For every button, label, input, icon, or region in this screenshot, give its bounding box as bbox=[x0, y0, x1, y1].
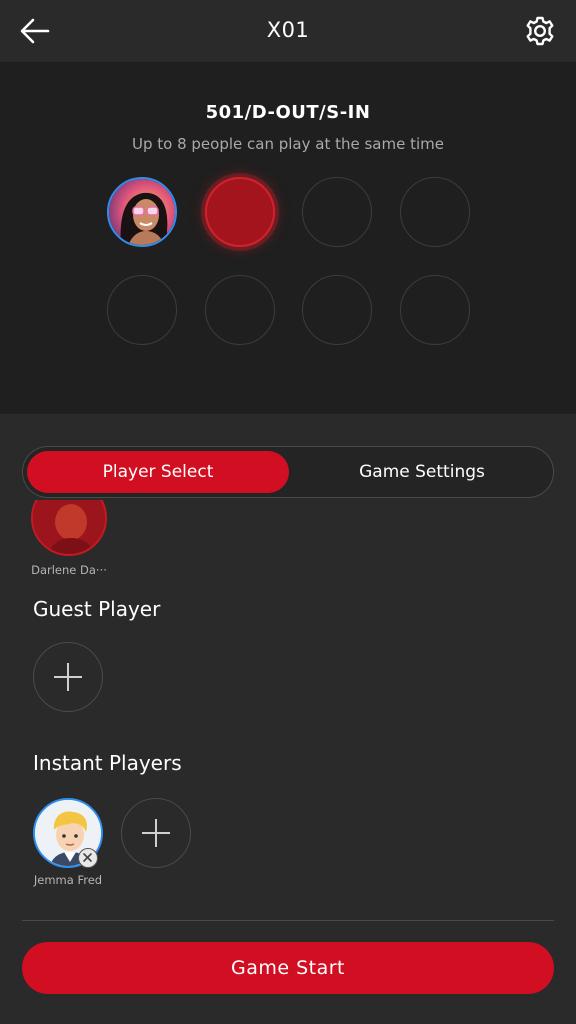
add-instant-player-button[interactable] bbox=[121, 798, 191, 868]
app-header: X01 bbox=[0, 0, 576, 62]
page-title: X01 bbox=[266, 18, 310, 42]
game-mode-title: 501/D-OUT/S-IN bbox=[205, 102, 371, 123]
player-slot-5[interactable] bbox=[107, 275, 177, 345]
player-slot-7[interactable] bbox=[302, 275, 372, 345]
player-avatar bbox=[109, 179, 175, 245]
game-start-button[interactable]: Game Start bbox=[22, 942, 554, 994]
player-slot-6[interactable] bbox=[205, 275, 275, 345]
game-mode-subtitle: Up to 8 people can play at the same time bbox=[132, 135, 444, 153]
remove-player-button[interactable] bbox=[78, 848, 98, 868]
tab-game-settings[interactable]: Game Settings bbox=[293, 451, 551, 493]
player-slot-8[interactable] bbox=[400, 275, 470, 345]
player-slot-2-selected[interactable] bbox=[205, 177, 275, 247]
tab-bar: Player Select Game Settings bbox=[22, 446, 554, 498]
instant-players-heading: Instant Players bbox=[33, 751, 182, 775]
tab-player-select[interactable]: Player Select bbox=[27, 451, 289, 493]
player-avatar-darlene[interactable] bbox=[31, 500, 107, 558]
player-slot-3[interactable] bbox=[302, 177, 372, 247]
player-name-darlene: Darlene Da··· bbox=[31, 563, 107, 577]
player-name-jemma: Jemma Fred bbox=[33, 873, 103, 887]
guest-player-heading: Guest Player bbox=[33, 597, 161, 621]
avatar bbox=[31, 500, 107, 556]
x01-player-select-screen: X01 501/D-OUT/S-IN Up to 8 people can pl… bbox=[0, 0, 576, 1024]
settings-button[interactable] bbox=[522, 13, 558, 49]
close-icon bbox=[83, 853, 92, 862]
add-guest-player-button[interactable] bbox=[33, 642, 103, 712]
game-preview-panel: 501/D-OUT/S-IN Up to 8 people can play a… bbox=[0, 62, 576, 414]
player-slot-4[interactable] bbox=[400, 177, 470, 247]
gear-icon bbox=[526, 16, 554, 46]
footer-divider bbox=[22, 920, 554, 921]
player-slot-1[interactable] bbox=[107, 177, 177, 247]
